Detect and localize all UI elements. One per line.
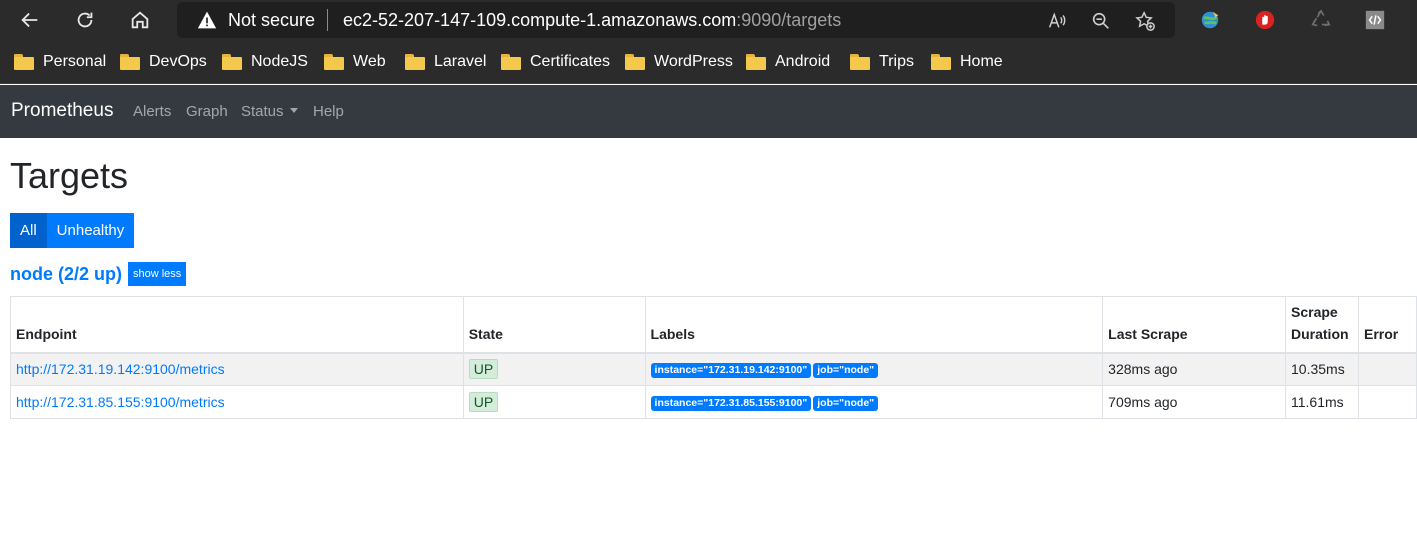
state-cell: UP (462, 352, 646, 386)
bookmark-certificates[interactable]: Certificates (501, 51, 610, 73)
folder-icon (625, 54, 645, 70)
bookmark-label: WordPress (654, 53, 733, 70)
nav-status-dropdown[interactable]: Status (241, 103, 298, 120)
label-badge-instance: instance="172.31.19.142:9100" (650, 363, 812, 379)
column-header-last-scrape: Last Scrape (1102, 296, 1286, 353)
label-badge-instance: instance="172.31.85.155:9100" (650, 396, 812, 411)
state-badge: UP (468, 392, 499, 412)
security-label[interactable]: Not secure (228, 10, 315, 31)
nav-status-label: Status (241, 103, 284, 120)
bookmark-trips[interactable]: Trips (850, 51, 914, 73)
folder-icon (14, 54, 34, 70)
column-header-state: State (462, 296, 646, 353)
job-title-link[interactable]: node (2/2 up) (10, 264, 122, 285)
back-button[interactable] (13, 4, 47, 36)
error-cell (1357, 385, 1417, 419)
favorite-add-icon[interactable] (1134, 10, 1156, 32)
table-header-row: Endpoint State Labels Last Scrape Scrape… (10, 296, 1417, 353)
prometheus-navbar: Prometheus Alerts Graph Status Help (0, 85, 1417, 138)
url-host: ec2-52-207-147-109.compute-1.amazonaws.c… (343, 10, 737, 30)
warning-icon (197, 11, 217, 29)
read-aloud-icon[interactable] (1046, 10, 1068, 32)
endpoint-link[interactable]: http://172.31.19.142:9100/metrics (16, 361, 225, 377)
browser-toolbar: Not secure ec2-52-207-147-109.compute-1.… (0, 0, 1417, 40)
caret-down-icon (289, 108, 298, 113)
folder-icon (120, 54, 140, 70)
filter-unhealthy-button[interactable]: Unhealthy (46, 213, 135, 248)
refresh-icon (77, 12, 93, 28)
last-scrape-cell: 709ms ago (1102, 385, 1286, 419)
table-row: http://172.31.19.142:9100/metrics UP ins… (10, 352, 1417, 386)
page-title: Targets (10, 155, 129, 196)
label-badge-job: job="node" (813, 363, 879, 379)
column-header-scrape-duration: Scrape Duration (1285, 296, 1359, 353)
bookmark-nodejs[interactable]: NodeJS (222, 51, 308, 73)
nav-help[interactable]: Help (313, 103, 344, 120)
folder-icon (222, 54, 242, 70)
extension-devtools-icon[interactable] (1363, 8, 1387, 32)
bookmark-label: Home (960, 53, 1003, 70)
state-badge: UP (468, 359, 499, 380)
bookmark-label: Android (775, 53, 831, 70)
scrape-duration-cell: 10.35ms (1285, 352, 1359, 386)
zoom-icon[interactable] (1090, 10, 1112, 32)
folder-icon (405, 54, 425, 70)
bookmark-wordpress[interactable]: WordPress (625, 51, 733, 73)
nav-alerts[interactable]: Alerts (133, 103, 171, 120)
column-header-error: Error (1357, 296, 1417, 353)
show-less-button[interactable]: show less (128, 262, 187, 286)
scrape-duration-cell: 11.61ms (1285, 385, 1359, 419)
brand-link[interactable]: Prometheus (11, 100, 113, 122)
bookmark-devops[interactable]: DevOps (120, 51, 207, 73)
bookmark-web[interactable]: Web (324, 51, 386, 73)
table-row: http://172.31.85.155:9100/metrics UP ins… (10, 385, 1417, 419)
bookmark-label: Personal (43, 53, 107, 70)
url-path: :9090/targets (736, 10, 842, 30)
refresh-button[interactable] (68, 4, 102, 36)
bookmarks-bar: Personal DevOps NodeJS Web Laravel Certi… (0, 40, 1417, 84)
bookmark-label: Certificates (530, 53, 611, 70)
job-header: node (2/2 up) show less (10, 262, 187, 286)
bookmark-home[interactable]: Home (931, 51, 1003, 73)
nav-graph[interactable]: Graph (186, 103, 228, 120)
home-button[interactable] (123, 4, 157, 36)
error-cell (1357, 352, 1417, 386)
extension-globe-icon[interactable] (1198, 8, 1222, 32)
endpoint-cell: http://172.31.19.142:9100/metrics (10, 352, 464, 386)
folder-icon (850, 54, 870, 70)
folder-icon (324, 54, 344, 70)
bookmark-laravel[interactable]: Laravel (405, 51, 486, 73)
folder-icon (501, 54, 521, 70)
targets-table: Endpoint State Labels Last Scrape Scrape… (10, 296, 1417, 419)
filter-button-group: All Unhealthy (10, 213, 135, 248)
bookmark-label: DevOps (149, 53, 207, 70)
home-icon (131, 11, 149, 29)
bookmark-android[interactable]: Android (746, 51, 830, 73)
labels-cell: instance="172.31.19.142:9100" job="node" (644, 352, 1104, 386)
back-arrow-icon (21, 12, 38, 28)
label-badge-job: job="node" (813, 396, 879, 411)
bookmark-label: NodeJS (251, 53, 308, 70)
folder-icon (931, 54, 951, 70)
url-text[interactable]: ec2-52-207-147-109.compute-1.amazonaws.c… (343, 10, 841, 31)
address-separator (327, 9, 328, 31)
bookmark-label: Trips (879, 53, 914, 70)
endpoint-link[interactable]: http://172.31.85.155:9100/metrics (16, 394, 225, 410)
extension-recycle-icon[interactable] (1309, 8, 1333, 32)
bookmark-label: Web (353, 53, 386, 70)
address-bar[interactable]: Not secure ec2-52-207-147-109.compute-1.… (177, 2, 1175, 38)
extension-block-icon[interactable] (1253, 8, 1277, 32)
bookmark-label: Laravel (434, 53, 487, 70)
labels-cell: instance="172.31.85.155:9100" job="node" (644, 385, 1104, 419)
endpoint-cell: http://172.31.85.155:9100/metrics (10, 385, 464, 419)
column-header-labels: Labels (644, 296, 1104, 353)
state-cell: UP (462, 385, 646, 419)
bookmark-personal[interactable]: Personal (14, 51, 106, 73)
last-scrape-cell: 328ms ago (1102, 352, 1286, 386)
column-header-endpoint: Endpoint (10, 296, 464, 353)
folder-icon (746, 54, 766, 70)
filter-all-button[interactable]: All (10, 213, 47, 248)
